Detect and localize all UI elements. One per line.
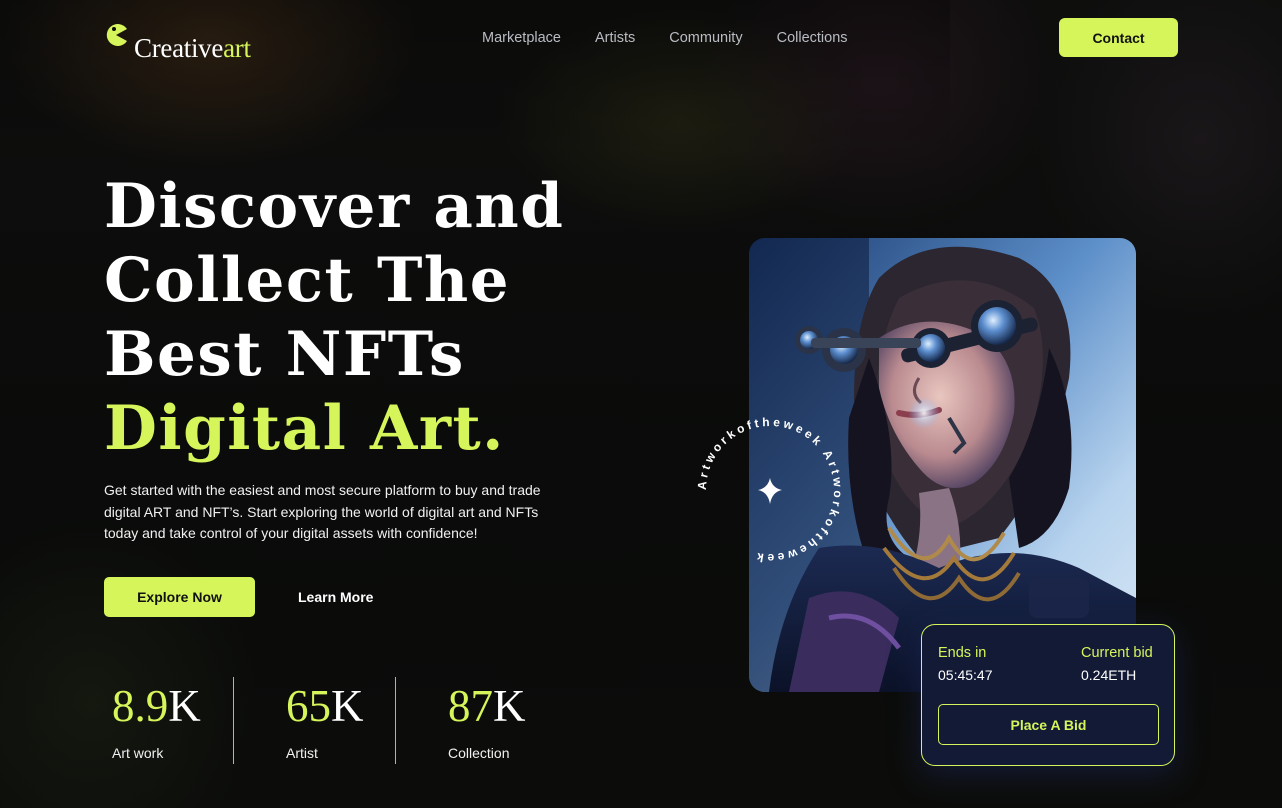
- stat-collection-number: 87K: [448, 682, 526, 730]
- nav-artists[interactable]: Artists: [595, 29, 635, 47]
- stat-artist: 65K Artist: [234, 677, 395, 764]
- nav-collections[interactable]: Collections: [777, 29, 848, 47]
- contact-button[interactable]: Contact: [1059, 18, 1178, 57]
- current-bid-value: 0.24ETH: [1081, 667, 1137, 683]
- logo[interactable]: Creativeart: [104, 22, 251, 63]
- ends-in-label: Ends in: [938, 645, 987, 661]
- stat-collection: 87K Collection: [396, 677, 556, 764]
- hero-title-highlight: Digital Art.: [104, 393, 505, 464]
- explore-now-button[interactable]: Explore Now: [104, 577, 255, 617]
- current-bid-label: Current bid: [1081, 645, 1153, 661]
- stat-artwork-label: Art work: [112, 745, 164, 761]
- artwork-of-the-week-badge: Artworkoftheweek Artworkoftheweek: [690, 410, 850, 570]
- hero-description: Get started with the easiest and most se…: [104, 482, 541, 541]
- nav-marketplace[interactable]: Marketplace: [482, 29, 561, 47]
- stat-artist-number: 65K: [286, 682, 364, 730]
- stat-artist-suffix: K: [331, 681, 364, 731]
- stat-collection-value: 87: [448, 681, 493, 731]
- logo-text: Creativeart: [134, 33, 251, 63]
- learn-more-button[interactable]: Learn More: [298, 589, 373, 605]
- stat-artwork-value: 8.9: [112, 681, 169, 731]
- sparkle-icon: [758, 478, 782, 504]
- hero-title-line-3: Best NFTs: [104, 319, 465, 390]
- ends-in-value: 05:45:47: [938, 667, 993, 683]
- place-bid-button[interactable]: Place A Bid: [938, 704, 1159, 745]
- hero-title-line-1: Discover and: [104, 171, 565, 242]
- pacman-logo-icon: [104, 23, 128, 47]
- stat-artwork: 8.9K Art work: [104, 677, 233, 764]
- logo-word: Creative: [134, 33, 224, 63]
- stat-collection-label: Collection: [448, 745, 510, 761]
- hero-title-line-2: Collect The: [104, 245, 511, 316]
- logo-accent: art: [223, 33, 251, 63]
- nav-community[interactable]: Community: [669, 29, 742, 47]
- stat-artwork-suffix: K: [168, 681, 201, 731]
- main-nav: Marketplace Artists Community Collection…: [482, 29, 882, 47]
- hero-title: Discover and Collect The Best NFTs Digit…: [104, 170, 624, 466]
- stats-row: 8.9K Art work 65K Artist 87K Collection: [104, 677, 556, 764]
- stat-artwork-number: 8.9K: [112, 682, 201, 730]
- stat-artist-label: Artist: [286, 745, 318, 761]
- stat-collection-suffix: K: [493, 681, 526, 731]
- stat-artist-value: 65: [286, 681, 331, 731]
- bid-card: Ends in 05:45:47 Current bid 0.24ETH Pla…: [921, 624, 1175, 766]
